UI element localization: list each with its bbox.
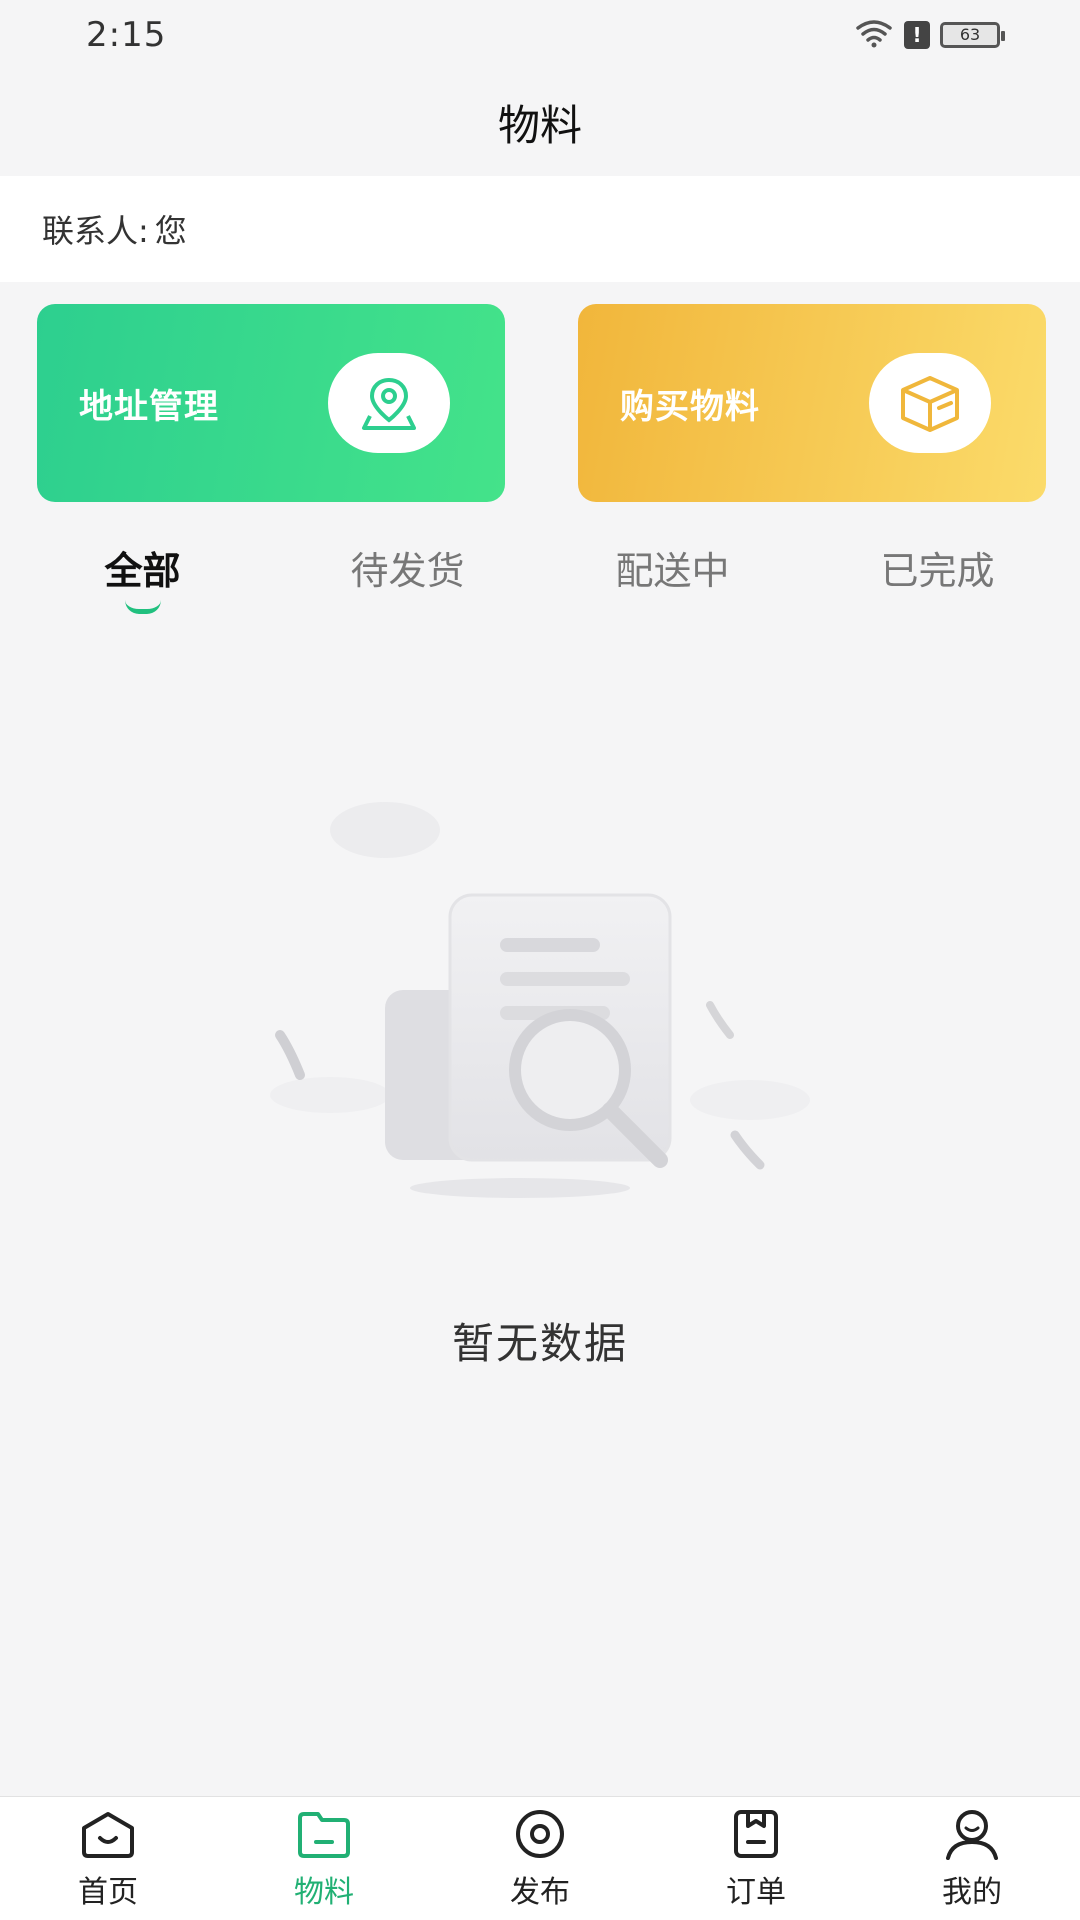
page: 2:15 ! 63 物料 联系人: 您 地址管理 购买物料 全部 待发货 配送中… (0, 0, 1080, 1920)
tab-label: 待发货 (350, 549, 465, 593)
nav-publish[interactable]: 发布 (450, 1807, 630, 1911)
tab-label: 已完成 (880, 549, 995, 593)
tab-completed[interactable]: 已完成 (823, 540, 1053, 595)
address-management-label: 地址管理 (79, 386, 219, 427)
status-time: 2:15 (86, 15, 167, 55)
user-icon (940, 1807, 1004, 1861)
contact-row: 联系人: 您 (0, 176, 1080, 282)
empty-document-search-icon (260, 780, 820, 1220)
status-bar: 2:15 ! 63 (0, 0, 1080, 70)
tab-all[interactable]: 全部 (28, 540, 258, 614)
contact-label: 联系人: (42, 212, 149, 250)
buy-materials-card[interactable]: 购买物料 (578, 304, 1046, 502)
nav-materials[interactable]: 物料 (234, 1807, 414, 1911)
address-management-card[interactable]: 地址管理 (37, 304, 505, 502)
contact-value: 您 (154, 212, 187, 250)
header: 物料 (0, 70, 1080, 175)
tab-active-indicator (124, 600, 161, 614)
eye-icon (508, 1807, 572, 1861)
empty-state-text: 暂无数据 (451, 1319, 628, 1368)
page-title: 物料 (497, 101, 582, 150)
nav-label: 订单 (726, 1874, 786, 1910)
nav-label: 首页 (78, 1874, 138, 1910)
wifi-icon (854, 18, 894, 52)
alert-icon: ! (904, 21, 930, 49)
home-icon (76, 1807, 140, 1861)
nav-home[interactable]: 首页 (18, 1807, 198, 1911)
folder-icon (292, 1807, 356, 1861)
order-icon (724, 1807, 788, 1861)
buy-materials-label: 购买物料 (620, 386, 760, 427)
nav-label: 发布 (510, 1874, 570, 1910)
tab-label: 配送中 (615, 549, 730, 593)
battery-icon: 63 (940, 22, 1005, 48)
nav-profile[interactable]: 我的 (882, 1807, 1062, 1911)
box-icon (869, 353, 991, 453)
status-tabs: 全部 待发货 配送中 已完成 (0, 540, 1080, 630)
status-icons: ! 63 (854, 18, 1005, 52)
nav-label: 物料 (294, 1874, 354, 1910)
location-pin-icon (328, 353, 450, 453)
tab-pending-shipment[interactable]: 待发货 (293, 540, 523, 595)
nav-orders[interactable]: 订单 (666, 1807, 846, 1911)
tab-delivering[interactable]: 配送中 (558, 540, 788, 595)
bottom-nav: 首页 物料 发布 订单 我的 (0, 1796, 1080, 1920)
tab-label: 全部 (104, 549, 181, 593)
nav-label: 我的 (942, 1874, 1002, 1910)
